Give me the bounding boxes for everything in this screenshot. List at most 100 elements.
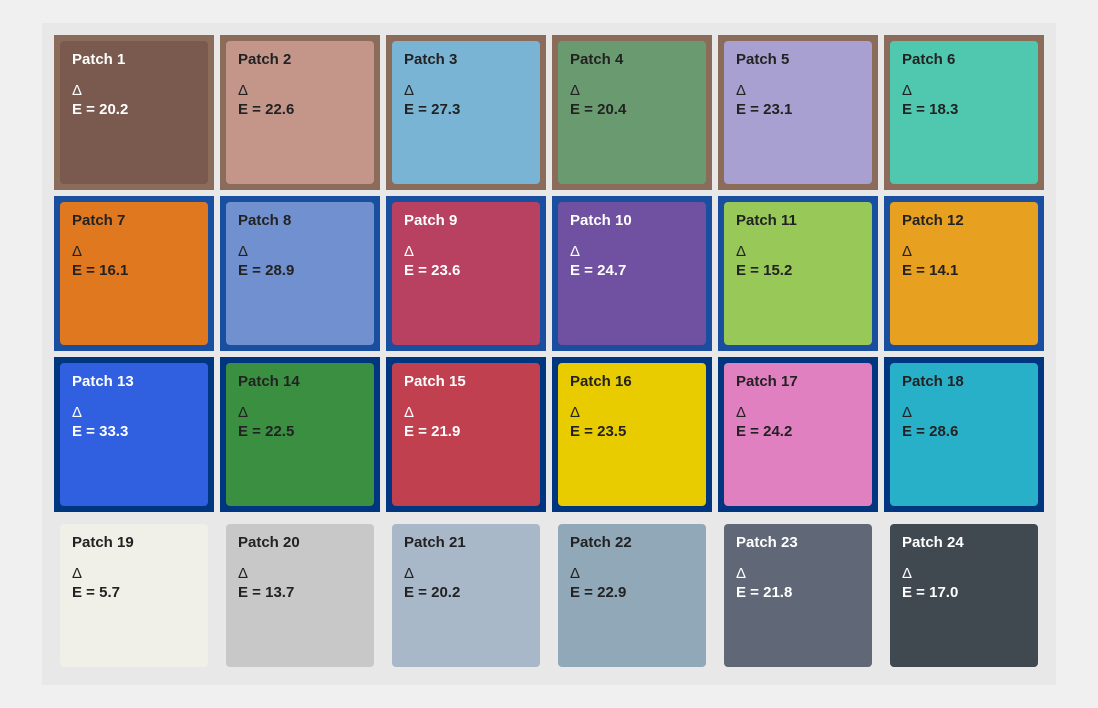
patch-e-7: E = 16.1 bbox=[72, 262, 196, 279]
patch-cell-1: Patch 1 Δ E = 20.2 bbox=[54, 35, 214, 190]
patch-e-20: E = 13.7 bbox=[238, 584, 362, 601]
patch-inner-7: Patch 7 Δ E = 16.1 bbox=[60, 202, 208, 345]
patch-inner-17: Patch 17 Δ E = 24.2 bbox=[724, 363, 872, 506]
patch-inner-8: Patch 8 Δ E = 28.9 bbox=[226, 202, 374, 345]
patch-e-10: E = 24.7 bbox=[570, 262, 694, 279]
patch-delta-9: Δ bbox=[404, 243, 528, 260]
patch-cell-13: Patch 13ΔE = 33.3 bbox=[54, 357, 214, 512]
patch-name-9: Patch 9 bbox=[404, 212, 528, 229]
patch-cell-3: Patch 3ΔE = 27.3 bbox=[386, 35, 546, 190]
patch-name-19: Patch 19 bbox=[72, 534, 196, 551]
patch-cell-11: Patch 11 Δ E = 15.2 bbox=[718, 196, 878, 351]
patch-name-10: Patch 10 bbox=[570, 212, 694, 229]
patch-cell-19: Patch 19ΔE = 5.7 bbox=[54, 518, 214, 673]
patch-e-21: E = 20.2 bbox=[404, 584, 528, 601]
patch-inner-6: Patch 6ΔE = 18.3 bbox=[890, 41, 1038, 184]
patch-e-3: E = 27.3 bbox=[404, 101, 528, 118]
patch-delta-4: Δ bbox=[570, 82, 694, 99]
patch-cell-7: Patch 7 Δ E = 16.1 bbox=[54, 196, 214, 351]
patch-e-15: E = 21.9 bbox=[404, 423, 528, 440]
patch-delta-6: Δ bbox=[902, 82, 1026, 99]
patch-e-23: E = 21.8 bbox=[736, 584, 860, 601]
patch-delta-11: Δ bbox=[736, 243, 860, 260]
patch-e-24: E = 17.0 bbox=[902, 584, 1026, 601]
patch-cell-6: Patch 6ΔE = 18.3 bbox=[884, 35, 1044, 190]
patch-inner-13: Patch 13ΔE = 33.3 bbox=[60, 363, 208, 506]
patch-cell-20: Patch 20ΔE = 13.7 bbox=[220, 518, 380, 673]
patch-name-16: Patch 16 bbox=[570, 373, 694, 390]
patch-delta-2: Δ bbox=[238, 82, 362, 99]
patch-inner-20: Patch 20ΔE = 13.7 bbox=[226, 524, 374, 667]
patch-inner-3: Patch 3ΔE = 27.3 bbox=[392, 41, 540, 184]
patch-name-4: Patch 4 bbox=[570, 51, 694, 68]
patch-name-22: Patch 22 bbox=[570, 534, 694, 551]
patch-cell-24: Patch 24 Δ E = 17.0 bbox=[884, 518, 1044, 673]
patch-cell-10: Patch 10 Δ E = 24.7 bbox=[552, 196, 712, 351]
patch-cell-2: Patch 2ΔE = 22.6 bbox=[220, 35, 380, 190]
patch-delta-5: Δ bbox=[736, 82, 860, 99]
patch-e-13: E = 33.3 bbox=[72, 423, 196, 440]
patch-inner-11: Patch 11 Δ E = 15.2 bbox=[724, 202, 872, 345]
patch-name-7: Patch 7 bbox=[72, 212, 196, 229]
patch-delta-8: Δ bbox=[238, 243, 362, 260]
patch-cell-21: Patch 21 Δ E = 20.2 bbox=[386, 518, 546, 673]
patch-e-1: E = 20.2 bbox=[72, 101, 196, 118]
patch-name-21: Patch 21 bbox=[404, 534, 528, 551]
patch-inner-5: Patch 5 Δ E = 23.1 bbox=[724, 41, 872, 184]
patch-e-5: E = 23.1 bbox=[736, 101, 860, 118]
patch-name-12: Patch 12 bbox=[902, 212, 1026, 229]
patch-cell-8: Patch 8 Δ E = 28.9 bbox=[220, 196, 380, 351]
patch-delta-16: Δ bbox=[570, 404, 694, 421]
patch-name-14: Patch 14 bbox=[238, 373, 362, 390]
patch-name-24: Patch 24 bbox=[902, 534, 1026, 551]
patch-e-14: E = 22.5 bbox=[238, 423, 362, 440]
patch-cell-16: Patch 16 Δ E = 23.5 bbox=[552, 357, 712, 512]
patch-delta-10: Δ bbox=[570, 243, 694, 260]
patch-name-20: Patch 20 bbox=[238, 534, 362, 551]
patch-delta-7: Δ bbox=[72, 243, 196, 260]
patch-inner-16: Patch 16 Δ E = 23.5 bbox=[558, 363, 706, 506]
patch-inner-18: Patch 18ΔE = 28.6 bbox=[890, 363, 1038, 506]
patch-name-1: Patch 1 bbox=[72, 51, 196, 68]
patch-e-22: E = 22.9 bbox=[570, 584, 694, 601]
patch-cell-12: Patch 12ΔE = 14.1 bbox=[884, 196, 1044, 351]
patch-inner-19: Patch 19ΔE = 5.7 bbox=[60, 524, 208, 667]
patch-cell-18: Patch 18ΔE = 28.6 bbox=[884, 357, 1044, 512]
patch-name-15: Patch 15 bbox=[404, 373, 528, 390]
patch-e-11: E = 15.2 bbox=[736, 262, 860, 279]
patch-name-23: Patch 23 bbox=[736, 534, 860, 551]
patch-delta-21: Δ bbox=[404, 565, 528, 582]
patch-delta-17: Δ bbox=[736, 404, 860, 421]
patch-name-13: Patch 13 bbox=[72, 373, 196, 390]
patch-inner-14: Patch 14 Δ E = 22.5 bbox=[226, 363, 374, 506]
patch-name-11: Patch 11 bbox=[736, 212, 860, 229]
patch-inner-21: Patch 21 Δ E = 20.2 bbox=[392, 524, 540, 667]
patch-delta-24: Δ bbox=[902, 565, 1026, 582]
patch-delta-18: Δ bbox=[902, 404, 1026, 421]
patch-e-18: E = 28.6 bbox=[902, 423, 1026, 440]
patch-cell-4: Patch 4 Δ E = 20.4 bbox=[552, 35, 712, 190]
patch-name-3: Patch 3 bbox=[404, 51, 528, 68]
patch-e-9: E = 23.6 bbox=[404, 262, 528, 279]
patch-name-17: Patch 17 bbox=[736, 373, 860, 390]
patch-cell-9: Patch 9 Δ E = 23.6 bbox=[386, 196, 546, 351]
patch-delta-19: Δ bbox=[72, 565, 196, 582]
patch-e-4: E = 20.4 bbox=[570, 101, 694, 118]
patch-delta-1: Δ bbox=[72, 82, 196, 99]
patch-name-5: Patch 5 bbox=[736, 51, 860, 68]
patch-delta-14: Δ bbox=[238, 404, 362, 421]
patch-cell-22: Patch 22ΔE = 22.9 bbox=[552, 518, 712, 673]
patch-grid: Patch 1ΔE = 20.2Patch 2ΔE = 22.6Patch 3Δ… bbox=[42, 23, 1056, 685]
patch-inner-15: Patch 15ΔE = 21.9 bbox=[392, 363, 540, 506]
patch-inner-1: Patch 1 Δ E = 20.2 bbox=[60, 41, 208, 184]
patch-inner-24: Patch 24 Δ E = 17.0 bbox=[890, 524, 1038, 667]
patch-e-17: E = 24.2 bbox=[736, 423, 860, 440]
patch-inner-23: Patch 23ΔE = 21.8 bbox=[724, 524, 872, 667]
patch-name-8: Patch 8 bbox=[238, 212, 362, 229]
patch-inner-4: Patch 4 Δ E = 20.4 bbox=[558, 41, 706, 184]
patch-name-6: Patch 6 bbox=[902, 51, 1026, 68]
patch-e-16: E = 23.5 bbox=[570, 423, 694, 440]
patch-e-8: E = 28.9 bbox=[238, 262, 362, 279]
patch-cell-15: Patch 15ΔE = 21.9 bbox=[386, 357, 546, 512]
patch-name-2: Patch 2 bbox=[238, 51, 362, 68]
